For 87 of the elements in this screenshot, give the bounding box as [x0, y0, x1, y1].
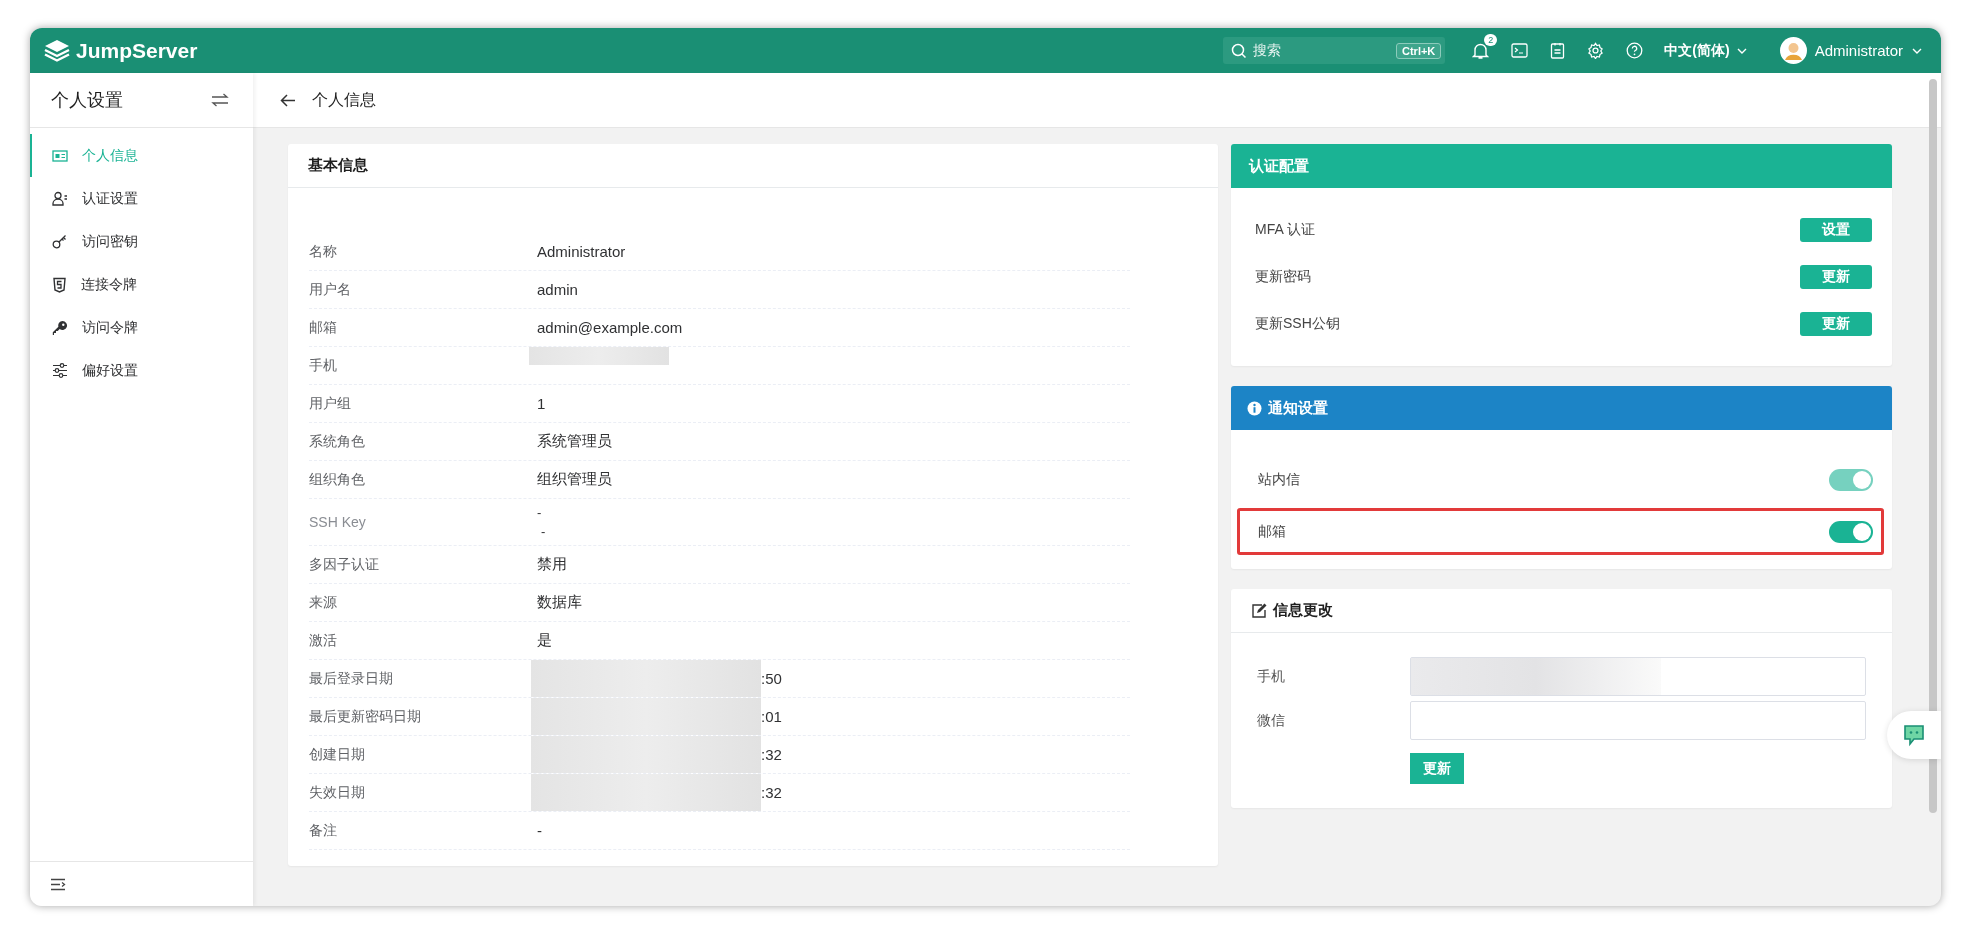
field-label: 来源	[309, 593, 338, 612]
logo-icon	[44, 38, 70, 63]
sidebar-item[interactable]: 认证设置	[30, 177, 253, 220]
shield-icon	[52, 276, 67, 293]
input-field[interactable]	[1410, 657, 1866, 696]
chat-button[interactable]	[1887, 711, 1941, 759]
table-cell-text: -	[537, 505, 543, 520]
field-label: 最后更新密码日期	[309, 707, 422, 726]
search-icon	[1231, 42, 1248, 59]
table-cell: Administrator	[537, 243, 626, 260]
info-icon	[1247, 400, 1262, 416]
notification-badge: 2	[1484, 33, 1498, 46]
collapse-menu-icon[interactable]	[50, 877, 66, 891]
scrollbar[interactable]	[1929, 79, 1937, 813]
field-label: 手机	[1257, 667, 1286, 686]
field-label: 激活	[309, 631, 338, 650]
help-icon[interactable]	[1626, 42, 1644, 59]
table-cell: 1	[537, 395, 546, 412]
table-cell: :32	[761, 784, 782, 801]
table-cell: 数据库	[537, 593, 582, 612]
user-icon	[52, 191, 68, 206]
sidebar-item[interactable]: 访问令牌	[30, 306, 253, 349]
field-label: 邮箱	[309, 318, 338, 337]
bell-icon[interactable]	[1472, 41, 1490, 60]
toggle-switch[interactable]	[1829, 520, 1873, 543]
update-button[interactable]: 更新	[1410, 753, 1464, 784]
field-label: SSH Key	[309, 514, 367, 530]
edit-icon	[1251, 603, 1267, 618]
field-label: 创建日期	[309, 745, 366, 764]
setting-label: 邮箱	[1258, 522, 1286, 541]
avatar-icon	[1779, 37, 1807, 64]
field-label: 微信	[1257, 711, 1286, 730]
table-cell: 禁用	[537, 555, 567, 574]
swap-icon[interactable]	[211, 93, 229, 107]
table-cell: 是	[537, 631, 552, 650]
document-icon[interactable]	[1550, 42, 1566, 59]
language-selector[interactable]: 中文(简体)	[1664, 41, 1748, 60]
action-button[interactable]: 设置	[1800, 218, 1872, 242]
field-label: 用户组	[309, 394, 352, 413]
field-label: 最后登录日期	[309, 669, 394, 688]
table-cell: 系统管理员	[537, 432, 612, 451]
table-cell: -	[537, 822, 542, 839]
sidebar-item[interactable]: 偏好设置	[30, 349, 253, 392]
field-label: 组织角色	[309, 470, 366, 489]
action-button[interactable]: 更新	[1800, 312, 1872, 336]
table-cell: 组织管理员	[537, 470, 612, 489]
table-cell: admin@example.com	[537, 319, 683, 336]
app-logo: JumpServer	[76, 38, 198, 63]
field-label: 系统角色	[309, 432, 366, 451]
user-menu[interactable]: Administrator	[1779, 37, 1923, 64]
setting-label: 站内信	[1258, 471, 1300, 489]
sidebar-item[interactable]: 连接令牌	[30, 263, 253, 306]
page-title: 个人信息	[312, 89, 376, 110]
chat-icon	[1902, 723, 1926, 747]
search-field[interactable]: 搜索 Ctrl+K	[1223, 37, 1446, 64]
card-title: 认证配置	[1249, 156, 1309, 176]
table-cell: :32	[761, 746, 782, 763]
field-label: 用户名	[309, 280, 352, 299]
settings-icon[interactable]	[1587, 42, 1605, 59]
search-placeholder: 搜索	[1253, 41, 1283, 60]
setting-label: MFA 认证	[1255, 221, 1315, 239]
id-card-icon	[52, 148, 68, 163]
setting-label: 更新SSH公钥	[1255, 315, 1340, 333]
shortcut-hint: Ctrl+K	[1396, 42, 1442, 59]
field-label: 名称	[309, 242, 338, 261]
input-field[interactable]	[1410, 701, 1866, 740]
field-label: 失效日期	[309, 783, 366, 802]
field-label: 多因子认证	[309, 555, 380, 574]
card-title: 通知设置	[1268, 398, 1328, 418]
sliders-icon	[52, 363, 68, 378]
sidebar-item[interactable]: 个人信息	[30, 134, 253, 177]
key-icon	[52, 319, 68, 336]
sidebar-title: 个人设置	[51, 89, 123, 112]
back-arrow-icon[interactable]	[280, 93, 296, 107]
table-cell-text: -	[540, 524, 546, 539]
field-label: 手机	[309, 356, 338, 375]
table-cell: admin	[537, 281, 578, 298]
table-cell: :50	[761, 670, 782, 687]
table-cell: :01	[761, 708, 782, 725]
card-title: 信息更改	[1273, 601, 1333, 620]
setting-label: 更新密码	[1255, 268, 1311, 286]
card-title: 基本信息	[308, 156, 368, 175]
action-button[interactable]: 更新	[1800, 265, 1872, 289]
terminal-icon[interactable]	[1511, 43, 1529, 58]
key-icon	[52, 234, 68, 249]
field-label: 备注	[309, 821, 338, 840]
sidebar-item[interactable]: 访问密钥	[30, 220, 253, 263]
